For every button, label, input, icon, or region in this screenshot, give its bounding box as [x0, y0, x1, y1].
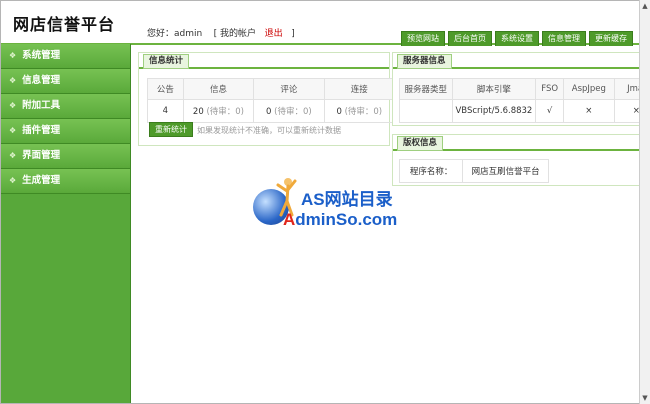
table-row: 4 20 (待审：0) 0 (待审：0) 0 (待审：0) [147, 99, 396, 123]
stats-table: 公告 信息 评论 连接 4 20 (待审：0) 0 (待审：0) 0 (待审：0… [147, 78, 396, 123]
scroll-down-icon[interactable]: ▼ [640, 393, 650, 403]
aspjpeg-value: × [563, 99, 615, 123]
server-panel-header: 服务器信息 [393, 53, 639, 69]
link-count-cell: 0 (待审：0) [323, 99, 396, 123]
jmail-value: × [613, 99, 639, 123]
sidebar-item-info[interactable]: ❖ 信息管理 [1, 69, 130, 94]
header: 网店信誉平台 您好：admin [ 我的帐户 退出 ] 预览网站 后台首页 系统… [1, 1, 639, 46]
copyright-panel-header: 版权信息 [393, 135, 639, 151]
info-pending: (待审：0) [206, 107, 244, 117]
watermark-domain: AdminSo.com [283, 210, 397, 230]
bullet-icon: ❖ [9, 51, 17, 60]
info-management-button[interactable]: 信息管理 [542, 31, 586, 46]
bullet-icon: ❖ [9, 176, 17, 185]
my-account-link[interactable]: [ 我的帐户 [214, 29, 256, 39]
stats-panel-title: 信息统计 [143, 54, 190, 69]
table-header-row: 公告 信息 评论 连接 [147, 78, 396, 100]
sidebar: ❖ 系统管理 ❖ 信息管理 ❖ 附加工具 ❖ 插件管理 ❖ 界面管理 ❖ 生成管… [1, 44, 131, 403]
copyright-panel: 版权信息 程序名称： 网店互刷信誉平台 [392, 134, 639, 186]
system-settings-button[interactable]: 系统设置 [495, 31, 539, 46]
fso-value: √ [535, 99, 565, 123]
greeting: 您好：admin [147, 29, 203, 39]
column-header-notice: 公告 [147, 78, 184, 100]
comment-pending: (待审：0) [274, 107, 312, 117]
app-logo: 网店信誉平台 [13, 15, 116, 34]
stats-hint: 如果发现统计不准确，可以重新统计数据 [197, 126, 341, 135]
sidebar-item-plugins[interactable]: ❖ 插件管理 [1, 119, 130, 144]
column-header-jmail: Jmai [613, 78, 639, 100]
bullet-icon: ❖ [9, 151, 17, 160]
app-frame: 网店信誉平台 您好：admin [ 我的帐户 退出 ] 预览网站 后台首页 系统… [0, 0, 640, 404]
bullet-icon: ❖ [9, 126, 17, 135]
column-header-link: 连接 [323, 78, 396, 100]
comment-count-cell: 0 (待审：0) [253, 99, 325, 123]
column-header-server-type: 服务器类型 [399, 78, 453, 100]
account-bracket-close: ] [291, 29, 295, 39]
column-header-aspjpeg: AspJpeg [563, 78, 615, 100]
sidebar-item-label: 界面管理 [22, 150, 61, 161]
notice-count: 4 [147, 99, 184, 123]
info-count-cell: 20 (待审：0) [182, 99, 255, 123]
sidebar-item-generate[interactable]: ❖ 生成管理 [1, 169, 130, 194]
scroll-up-icon[interactable]: ▲ [640, 1, 650, 11]
table-row: VBScript/5.6.8832 √ × × [399, 99, 639, 123]
info-count: 20 [192, 107, 204, 117]
sidebar-item-system[interactable]: ❖ 系统管理 [1, 44, 130, 69]
update-cache-button[interactable]: 更新缓存 [589, 31, 633, 46]
top-nav: 预览网站 后台首页 系统设置 信息管理 更新缓存 [401, 31, 633, 46]
link-count: 0 [336, 107, 342, 117]
table-header-row: 服务器类型 脚本引擎 FSO AspJpeg Jmai [399, 78, 639, 100]
copyright-table: 程序名称： 网店互刷信誉平台 [398, 159, 549, 183]
server-panel-title: 服务器信息 [397, 54, 452, 69]
sidebar-item-label: 生成管理 [22, 175, 61, 186]
sidebar-item-label: 插件管理 [22, 125, 61, 136]
bullet-icon: ❖ [9, 101, 17, 110]
logout-link[interactable]: 退出 [265, 29, 283, 39]
admin-home-button[interactable]: 后台首页 [448, 31, 492, 46]
watermark-domain-rest: dminSo.com [295, 210, 398, 229]
sidebar-item-tools[interactable]: ❖ 附加工具 [1, 94, 130, 119]
copyright-panel-title: 版权信息 [397, 136, 444, 151]
server-panel: 服务器信息 服务器类型 脚本引擎 FSO AspJpeg Jmai VBScri… [392, 52, 639, 126]
sidebar-item-label: 系统管理 [22, 50, 61, 61]
watermark-title: AS网站目录 [301, 190, 393, 209]
program-name-value: 网店互刷信誉平台 [462, 159, 549, 183]
column-header-comment: 评论 [253, 78, 325, 100]
server-type-value [399, 99, 453, 123]
column-header-script-engine: 脚本引擎 [451, 78, 537, 100]
vertical-scrollbar[interactable]: ▲ ▼ [639, 0, 650, 404]
comment-count: 0 [266, 107, 272, 117]
refresh-stats-button[interactable]: 重新统计 [149, 122, 193, 137]
sidebar-item-label: 信息管理 [22, 75, 61, 86]
watermark-logo: AS网站目录 AdminSo.com [253, 177, 413, 237]
sidebar-item-label: 附加工具 [22, 100, 61, 111]
watermark-domain-initial: A [283, 210, 296, 229]
user-bar: 您好：admin [ 我的帐户 退出 ] [147, 26, 295, 39]
server-table: 服务器类型 脚本引擎 FSO AspJpeg Jmai VBScript/5.6… [399, 78, 639, 123]
preview-site-button[interactable]: 预览网站 [401, 31, 445, 46]
column-header-info: 信息 [182, 78, 255, 100]
column-header-fso: FSO [535, 78, 565, 100]
link-pending: (待审：0) [344, 107, 383, 117]
sidebar-item-interface[interactable]: ❖ 界面管理 [1, 144, 130, 169]
bullet-icon: ❖ [9, 76, 17, 85]
stats-panel-header: 信息统计 [139, 53, 389, 69]
table-row: 程序名称： 网店互刷信誉平台 [398, 159, 549, 183]
script-engine-value: VBScript/5.6.8832 [451, 99, 537, 123]
